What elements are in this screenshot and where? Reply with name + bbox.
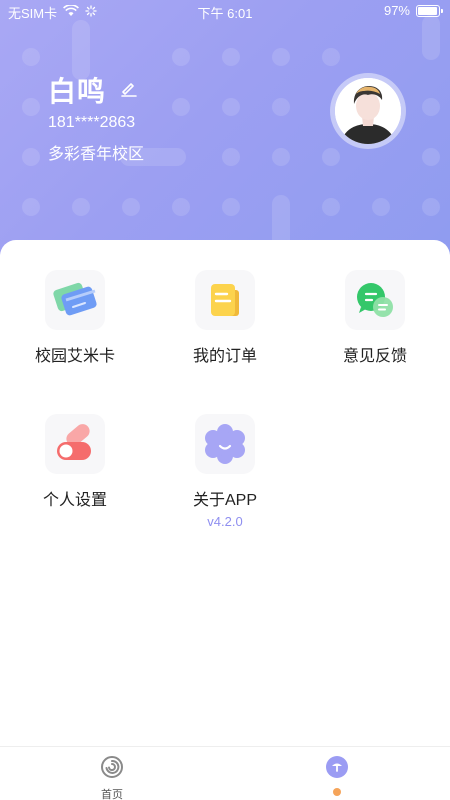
swirl-icon xyxy=(101,756,123,778)
menu-label: 关于APP xyxy=(192,492,258,509)
chat-icon xyxy=(357,283,393,317)
order-icon xyxy=(211,284,239,316)
menu-label: 意见反馈 xyxy=(342,348,407,365)
menu-item-my-orders[interactable]: 我的订单 xyxy=(165,270,285,366)
user-campus: 多彩香年校区 xyxy=(48,146,145,163)
avatar-illustration-icon xyxy=(335,78,401,144)
menu-label: 校园艾米卡 xyxy=(34,348,115,365)
menu-item-settings[interactable]: 个人设置 xyxy=(15,414,135,510)
flower-face-icon xyxy=(205,424,245,464)
menu-label: 我的订单 xyxy=(192,348,257,365)
menu-label: 个人设置 xyxy=(42,492,107,509)
user-name: 白鸣 xyxy=(48,76,107,107)
card-icon xyxy=(53,282,97,316)
avatar[interactable] xyxy=(330,73,406,149)
menu-item-campus-card[interactable]: 校园艾米卡 xyxy=(15,270,135,366)
tab-profile[interactable] xyxy=(297,755,377,796)
edit-icon[interactable] xyxy=(120,80,138,98)
profile-tab-icon xyxy=(326,756,348,778)
tab-bar: 首页 xyxy=(0,746,450,800)
menu-card: 校园艾米卡 我的订单 意见反馈 个人设置 关于APP v4.2.0 xyxy=(0,240,450,746)
toggle-icon xyxy=(57,424,91,460)
app-version: v4.2.0 xyxy=(207,514,243,529)
user-phone: 181****2863 xyxy=(48,114,136,131)
battery-percent: 97% xyxy=(383,3,410,18)
battery-icon xyxy=(416,4,443,17)
menu-item-feedback[interactable]: 意见反馈 xyxy=(315,270,435,366)
status-time: 下午 6:01 xyxy=(197,6,253,21)
menu-item-about-app[interactable]: 关于APP v4.2.0 xyxy=(165,414,285,529)
profile-header: 无SIM卡 下午 6:01 97% 白鸣 181****2863 多彩香年校区 xyxy=(0,0,450,270)
status-bar: 无SIM卡 下午 6:01 97% xyxy=(0,0,450,24)
tab-home[interactable]: 首页 xyxy=(72,755,152,800)
tab-label: 首页 xyxy=(101,789,123,800)
active-tab-indicator xyxy=(333,788,341,796)
